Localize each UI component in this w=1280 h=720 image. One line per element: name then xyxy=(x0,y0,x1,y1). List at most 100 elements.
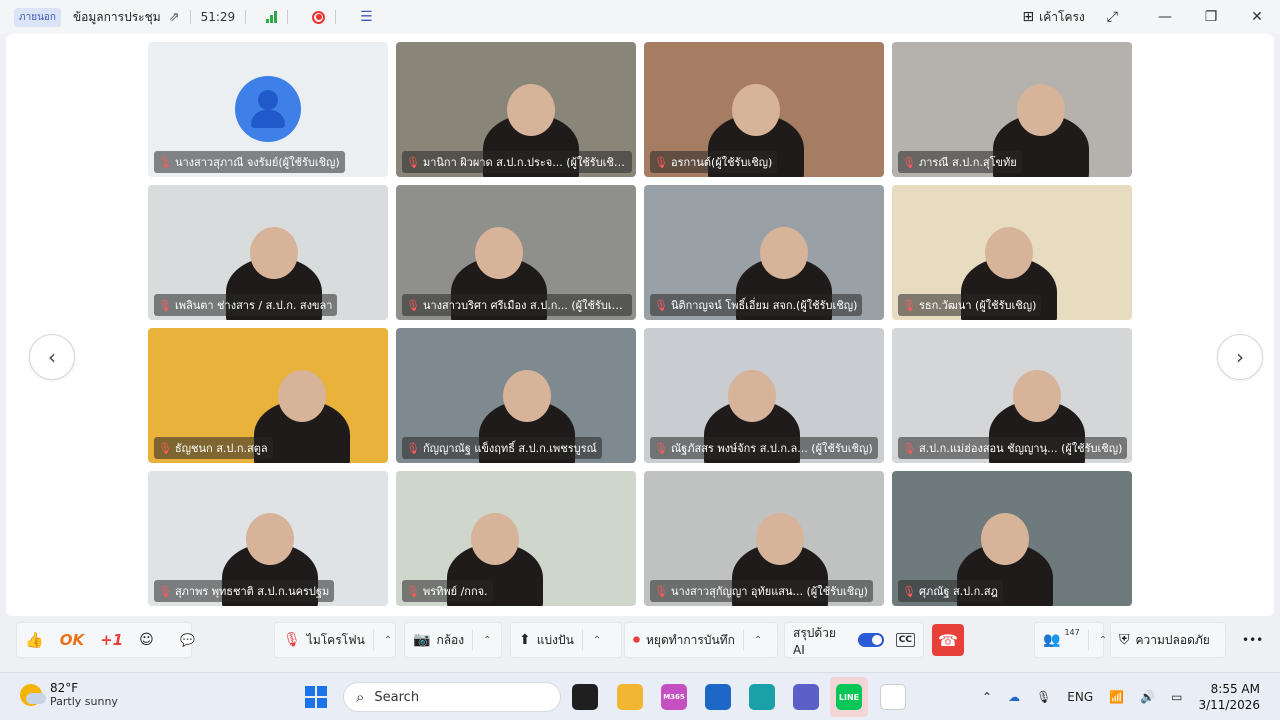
record-options-chevron[interactable]: ⌃ xyxy=(742,629,772,651)
minimize-button[interactable]: — xyxy=(1142,9,1188,25)
reaction-plus-one[interactable]: +1 xyxy=(100,631,123,649)
share-link-icon[interactable]: ⇗ xyxy=(169,10,180,25)
windows-start-icon[interactable] xyxy=(305,686,327,708)
microphone-tray-icon[interactable]: 🎙 xyxy=(1036,690,1051,704)
participant-nametag: 🎙 นางสาวบริศา ศรีเมือง ส.ป.ก... (ผู้ใช้รั… xyxy=(402,294,632,316)
reaction-ok[interactable]: OK xyxy=(60,631,84,649)
close-button[interactable]: ✕ xyxy=(1234,9,1280,25)
taskbar-clock[interactable]: 8:55 AM 3/11/2026 xyxy=(1198,681,1260,713)
volume-icon[interactable]: 🔊 xyxy=(1140,690,1155,704)
mic-off-icon: 🎙 xyxy=(158,441,172,455)
layout-button[interactable]: ⊞ เค้าโครง xyxy=(1022,8,1084,27)
file-explorer-icon[interactable] xyxy=(617,684,643,710)
recording-icon[interactable] xyxy=(312,10,326,24)
wifi-icon[interactable]: 📶 xyxy=(1109,690,1124,704)
participant-tile[interactable]: 🎙 รธก.วัฒนา (ผู้ใช้รับเชิญ) xyxy=(892,185,1132,320)
participant-tile[interactable]: 🎙 ส.ป.ก.แม่ฮ่องสอน ชัญญานุ... (ผู้ใช้รับเ… xyxy=(892,328,1132,463)
onedrive-icon[interactable]: ☁ xyxy=(1008,690,1020,704)
grid-layout-icon: ⊞ xyxy=(1022,9,1035,25)
participant-video-face xyxy=(732,84,780,136)
camera-label: กล้อง xyxy=(436,632,465,647)
show-hidden-icons-chevron[interactable]: ⌃ xyxy=(982,690,992,704)
mic-off-icon: 🎙 xyxy=(654,441,668,455)
participant-tile[interactable]: 🎙 ภารณี ส.ป.ก.สุโขทัย xyxy=(892,42,1132,177)
ai-toggle-switch[interactable] xyxy=(858,633,884,647)
fullscreen-icon[interactable]: ⤢ xyxy=(1107,9,1118,25)
emoji-icon[interactable]: ☺ xyxy=(139,632,154,648)
mic-options-chevron[interactable]: ⌃ xyxy=(372,629,402,651)
stop-recording-button[interactable]: ⏺ หยุดทำการบันทึก xyxy=(625,622,743,658)
security-group: ⛨ ความปลอดภัย xyxy=(1110,622,1226,658)
participant-video-face xyxy=(475,227,523,279)
participant-name: ส.ป.ก.แม่ฮ่องสอน ชัญญานุ... (ผู้ใช้รับเช… xyxy=(918,442,1123,455)
thumbs-up-icon[interactable]: 👍 xyxy=(25,631,44,649)
share-screen-button[interactable]: ⬆ แบ่งปัน xyxy=(511,622,582,658)
side-panel-icon[interactable]: ☰ xyxy=(360,9,373,25)
participant-tile[interactable]: 🎙 เพลินตา ช่างสาร / ส.ป.ก. สงขลา xyxy=(148,185,388,320)
participant-name: นิติกาญจน์ โพธิ์เอี่ยม สจก.(ผู้ใช้รับเชิ… xyxy=(670,299,858,312)
participant-video-face xyxy=(981,513,1029,565)
task-view-icon[interactable] xyxy=(572,684,598,710)
teams-icon[interactable] xyxy=(793,684,819,710)
participant-name: กัญญาณัฐ แข็งฤทธิ์ ส.ป.ก.เพชรบูรณ์ xyxy=(422,442,597,455)
share-options-chevron[interactable]: ⌃ xyxy=(581,629,611,651)
participant-name: ณัฐภัสสร พงษ์จักร ส.ป.ก.ล... (ผู้ใช้รับเ… xyxy=(670,442,873,455)
line-app-icon[interactable]: LINE xyxy=(836,684,862,710)
participant-nametag: 🎙 สุภาพร พุทธชาติ ส.ป.ก.นครปฐม xyxy=(154,580,335,602)
participant-tile[interactable]: 🎙 อรกานต์(ผู้ใช้รับเชิญ) xyxy=(644,42,884,177)
edge-icon[interactable] xyxy=(749,684,775,710)
participants-icon: 👥 xyxy=(1043,632,1061,648)
mic-off-icon: 🎙 xyxy=(158,584,172,598)
participant-tile[interactable]: 🎙 สุภาพร พุทธชาติ ส.ป.ก.นครปฐม xyxy=(148,471,388,606)
camera-button[interactable]: 📷 กล้อง xyxy=(405,622,472,658)
shield-icon: ⛨ xyxy=(1119,632,1130,648)
ai-summary-toggle[interactable]: สรุปด้วย AI CC xyxy=(785,622,923,658)
previous-page-button[interactable]: ‹ xyxy=(29,334,75,380)
microphone-button[interactable]: 🎙 ไมโครโฟน xyxy=(275,622,373,658)
participant-nametag: 🎙 นางสาวสุกัญญา อุทัยแสน... (ผู้ใช้รับเชิ… xyxy=(650,580,873,602)
participant-name: อรกานต์(ผู้ใช้รับเชิญ) xyxy=(670,156,773,169)
participants-button[interactable]: 👥 147 xyxy=(1035,622,1088,658)
participant-tile[interactable]: 🎙 นางสาวบริศา ศรีเมือง ส.ป.ก... (ผู้ใช้รั… xyxy=(396,185,636,320)
m365-icon[interactable]: M365 xyxy=(661,684,687,710)
participants-group: 👥 147 ⌃ xyxy=(1034,622,1107,658)
divider xyxy=(287,10,289,24)
clock-time: 8:55 AM xyxy=(1210,682,1260,696)
security-button[interactable]: ⛨ ความปลอดภัย xyxy=(1111,622,1218,658)
mic-off-icon: 🎙 xyxy=(406,298,420,312)
participant-nametag: 🎙 นิติกาญจน์ โพธิ์เอี่ยม สจก.(ผู้ใช้รับเช… xyxy=(650,294,863,316)
participant-tile[interactable]: 🎙 ณัฐภัสสร พงษ์จักร ส.ป.ก.ล... (ผู้ใช้รับ… xyxy=(644,328,884,463)
next-page-button[interactable]: › xyxy=(1217,334,1263,380)
camera-options-chevron[interactable]: ⌃ xyxy=(472,629,501,651)
participant-tile[interactable]: 🎙 ศุภณัฐ ส.ป.ก.สฎ xyxy=(892,471,1132,606)
participant-tile[interactable]: 🎙 พรทิพย์ /กกจ. xyxy=(396,471,636,606)
more-options-icon[interactable]: ••• xyxy=(1234,622,1271,658)
restore-button[interactable]: ❐ xyxy=(1188,9,1234,25)
language-indicator[interactable]: ENG xyxy=(1067,690,1093,704)
battery-icon[interactable]: ▭ xyxy=(1171,690,1182,704)
participant-tile[interactable]: 🎙 นางสาวสุภาณี จงรัมย์(ผู้ใช้รับเชิญ) xyxy=(148,42,388,177)
meeting-app-icon[interactable] xyxy=(880,684,906,710)
mic-off-icon: 🎙 xyxy=(654,584,668,598)
more-group: ••• xyxy=(1234,622,1264,658)
meeting-info-link[interactable]: ข้อมูลการประชุม xyxy=(73,8,161,27)
taskbar-search[interactable]: ⌕ Search xyxy=(343,682,561,712)
participant-tile[interactable]: 🎙 กัญญาณัฐ แข็งฤทธิ์ ส.ป.ก.เพชรบูรณ์ xyxy=(396,328,636,463)
participant-tile[interactable]: 🎙 ธัญชนก ส.ป.ก.สตูล xyxy=(148,328,388,463)
mic-off-icon: 🎙 xyxy=(902,298,916,312)
network-signal-icon[interactable] xyxy=(266,11,278,23)
participant-name: ธัญชนก ส.ป.ก.สตูล xyxy=(174,442,268,455)
captions-button[interactable]: CC xyxy=(895,633,915,647)
participant-nametag: 🎙 รธก.วัฒนา (ผู้ใช้รับเชิญ) xyxy=(898,294,1042,316)
divider xyxy=(245,10,247,24)
leave-meeting-button[interactable]: ☎ xyxy=(932,624,964,656)
participant-tile[interactable]: 🎙 มานิกา ผิวผาด ส.ป.ก.ประจ... (ผู้ใช้รับเ… xyxy=(396,42,636,177)
weather-widget[interactable]: 82°F Partly sunny xyxy=(20,681,118,708)
outlook-icon[interactable] xyxy=(705,684,731,710)
participant-tile[interactable]: 🎙 นิติกาญจน์ โพธิ์เอี่ยม สจก.(ผู้ใช้รับเช… xyxy=(644,185,884,320)
participant-video-face xyxy=(503,370,551,422)
participant-tile[interactable]: 🎙 นางสาวสุกัญญา อุทัยแสน... (ผู้ใช้รับเชิ… xyxy=(644,471,884,606)
default-avatar-icon xyxy=(235,76,301,142)
share-group: ⬆ แบ่งปัน ⌃ xyxy=(510,622,622,658)
chat-icon[interactable]: 💬 xyxy=(172,622,203,658)
